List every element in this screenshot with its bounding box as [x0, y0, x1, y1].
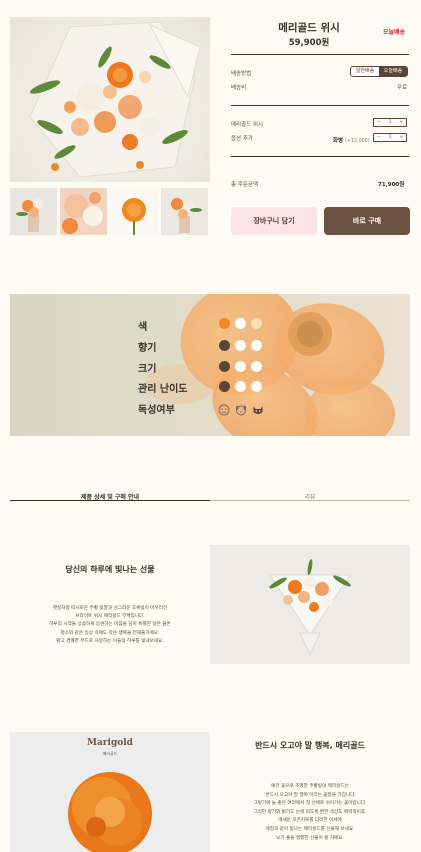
section-title: 당신의 하루에 빛나는 선물: [65, 565, 155, 574]
addon-quantity-stepper[interactable]: − 1 +: [373, 133, 407, 142]
description-line: 보기 좋을 행했한 선물이 될 거예요.: [276, 835, 344, 841]
tab-active-indicator: [10, 500, 210, 501]
rating-dot-filled: [219, 381, 230, 392]
marigold-photo: [10, 732, 210, 852]
rating-dot-filled: [219, 340, 230, 351]
attributes-banner: [10, 294, 410, 436]
shipping-fee-value: 무료: [397, 85, 408, 91]
quantity-value: 1: [388, 135, 392, 140]
total-value: 71,900원: [378, 182, 405, 188]
attribute-toxicity-label: 독성여부: [138, 405, 175, 416]
section-title: 반드시 오고야 말 행복, 메리골드: [255, 741, 365, 750]
marigold-subtitle: 메리골드: [102, 751, 118, 756]
shipping-option-today[interactable]: 오늘배송: [379, 67, 407, 76]
option-addon-label: 옵션 추가: [231, 136, 253, 142]
minus-icon[interactable]: −: [377, 135, 381, 140]
color-swatch-white: [235, 318, 246, 329]
section-description: 예전 꽃으로 조명한 주황빛의 메리골드는 '반드시 오고야 말 행복'이라는 …: [210, 783, 410, 843]
attribute-size-label: 크기: [138, 364, 157, 375]
minus-icon[interactable]: −: [377, 120, 381, 125]
description-line: 밝고 경쾌한 부드로 사랑하는 이들의 하루를 빛내보세요.: [56, 638, 164, 644]
description-line: 그렇기에 늘 좋은 여러에서 첫 선에로 쉬어가는 꽃이랍니다.: [253, 801, 367, 807]
rating-dot-empty: [251, 361, 262, 372]
main-product-image: [10, 17, 210, 182]
rating-dot-empty: [235, 340, 246, 351]
thumbnail-1[interactable]: [10, 188, 57, 235]
plus-icon[interactable]: +: [399, 135, 403, 140]
same-day-badge: 오늘배송: [383, 29, 406, 36]
description-line: 그리한 향기와 밝기도 눈에 띄도록 뻔한 색상도 매력적이죠.: [253, 809, 367, 815]
thumbnail-4[interactable]: [161, 188, 208, 235]
description-line: 하루의 시작을 상큼하게 응원하는 마음을 담아 특별한 날은 물론: [49, 622, 171, 628]
product-quantity-stepper[interactable]: − 1 +: [373, 118, 407, 127]
description-line: 평소와 같은 일상 속에도 작은 행복을 전해줄거예요.: [60, 630, 160, 636]
shipping-method-toggle[interactable]: 일반배송 오늘배송: [350, 66, 408, 77]
color-swatch-orange: [219, 318, 230, 329]
add-to-cart-button[interactable]: 장바구니 담기: [231, 207, 317, 235]
color-swatch-cream: [251, 318, 262, 329]
total-label: 총 주문금액: [231, 182, 259, 188]
description-line: 예전 꽃으로 조명한 주황빛의 메리골드는: [271, 784, 349, 789]
thumbnail-3[interactable]: [111, 188, 158, 235]
section-description: 햇살처럼 따사로운 주황 빛깔과 싱그러운 초록빛이 어우러진 브라이트 위시 …: [10, 605, 210, 646]
quantity-value: 1: [388, 120, 392, 125]
tab-divider: [210, 500, 410, 501]
buy-now-button[interactable]: 바로 구매: [324, 207, 410, 235]
thumbnail-2[interactable]: [60, 188, 107, 235]
addon-vase-label: 화병 (+12,000): [333, 136, 370, 144]
option-product-label: 메리골드 위시: [231, 122, 264, 128]
product-price: 59,900원: [288, 38, 330, 48]
description-line: 브라이트 위시 메리골드 부케입니다.: [75, 614, 145, 620]
plus-icon[interactable]: +: [399, 120, 403, 125]
divider: [231, 156, 409, 157]
description-line: 햇살처럼 따사로운 주황 빛깔과 싱그러운 초록빛이 어우러진: [52, 606, 168, 611]
product-title: 메리골드 위시: [278, 22, 340, 34]
dog-icon: [235, 401, 247, 420]
shipping-option-standard[interactable]: 일반배송: [351, 67, 379, 76]
shipping-method-label: 배송방법: [231, 71, 252, 77]
rating-dot-empty: [251, 340, 262, 351]
attribute-care-label: 관리 난이도: [138, 384, 188, 395]
addon-price: (+12,000): [345, 139, 370, 144]
divider: [231, 105, 409, 106]
bouquet-photo: [210, 545, 410, 664]
attribute-scent-label: 향기: [138, 343, 157, 354]
rating-dot-empty: [251, 381, 262, 392]
rating-dot-empty: [235, 361, 246, 372]
description-line: '반드시 오고야 말 행복'이라는 꽃말을 가집니다.: [264, 792, 356, 798]
person-icon: [218, 401, 230, 420]
marigold-title: Marigold: [87, 738, 133, 748]
attribute-color-label: 색: [138, 322, 148, 333]
rating-dot-filled: [219, 361, 230, 372]
description-line: 애정과 같이 빛나는 메리골드를 선물해 보세요.: [265, 826, 355, 832]
description-line: 메세운 모은지로를 더러한 이세에: [278, 818, 342, 824]
cat-icon: [252, 401, 264, 420]
addon-name: 화병: [333, 138, 344, 144]
divider: [231, 54, 409, 55]
shipping-fee-label: 배송비: [231, 85, 247, 91]
rating-dot-empty: [235, 381, 246, 392]
